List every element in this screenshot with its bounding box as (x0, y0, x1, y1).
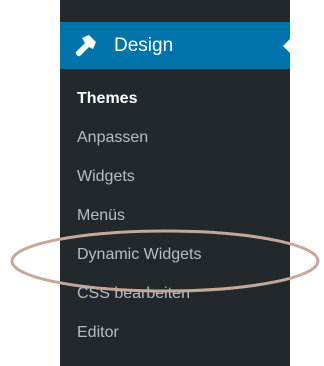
submenu-item-css-bearbeiten[interactable]: CSS bearbeiten (60, 274, 290, 313)
design-menu-header[interactable]: Design (60, 22, 292, 69)
design-menu-label: Design (114, 35, 174, 56)
submenu-item-themes[interactable]: Themes (60, 79, 290, 118)
design-submenu: Themes Anpassen Widgets Menüs Dynamic Wi… (60, 79, 290, 352)
paintbrush-icon (75, 35, 96, 57)
submenu-item-dynamic-widgets[interactable]: Dynamic Widgets (60, 235, 290, 274)
previous-menu-item (60, 0, 290, 22)
admin-sidebar: Design Themes Anpassen Widgets Menüs Dyn… (60, 0, 292, 366)
current-menu-pointer (283, 37, 292, 55)
submenu-item-menus[interactable]: Menüs (60, 196, 290, 235)
submenu-item-widgets[interactable]: Widgets (60, 157, 290, 196)
submenu-item-anpassen[interactable]: Anpassen (60, 118, 290, 157)
submenu-item-editor[interactable]: Editor (60, 313, 290, 352)
